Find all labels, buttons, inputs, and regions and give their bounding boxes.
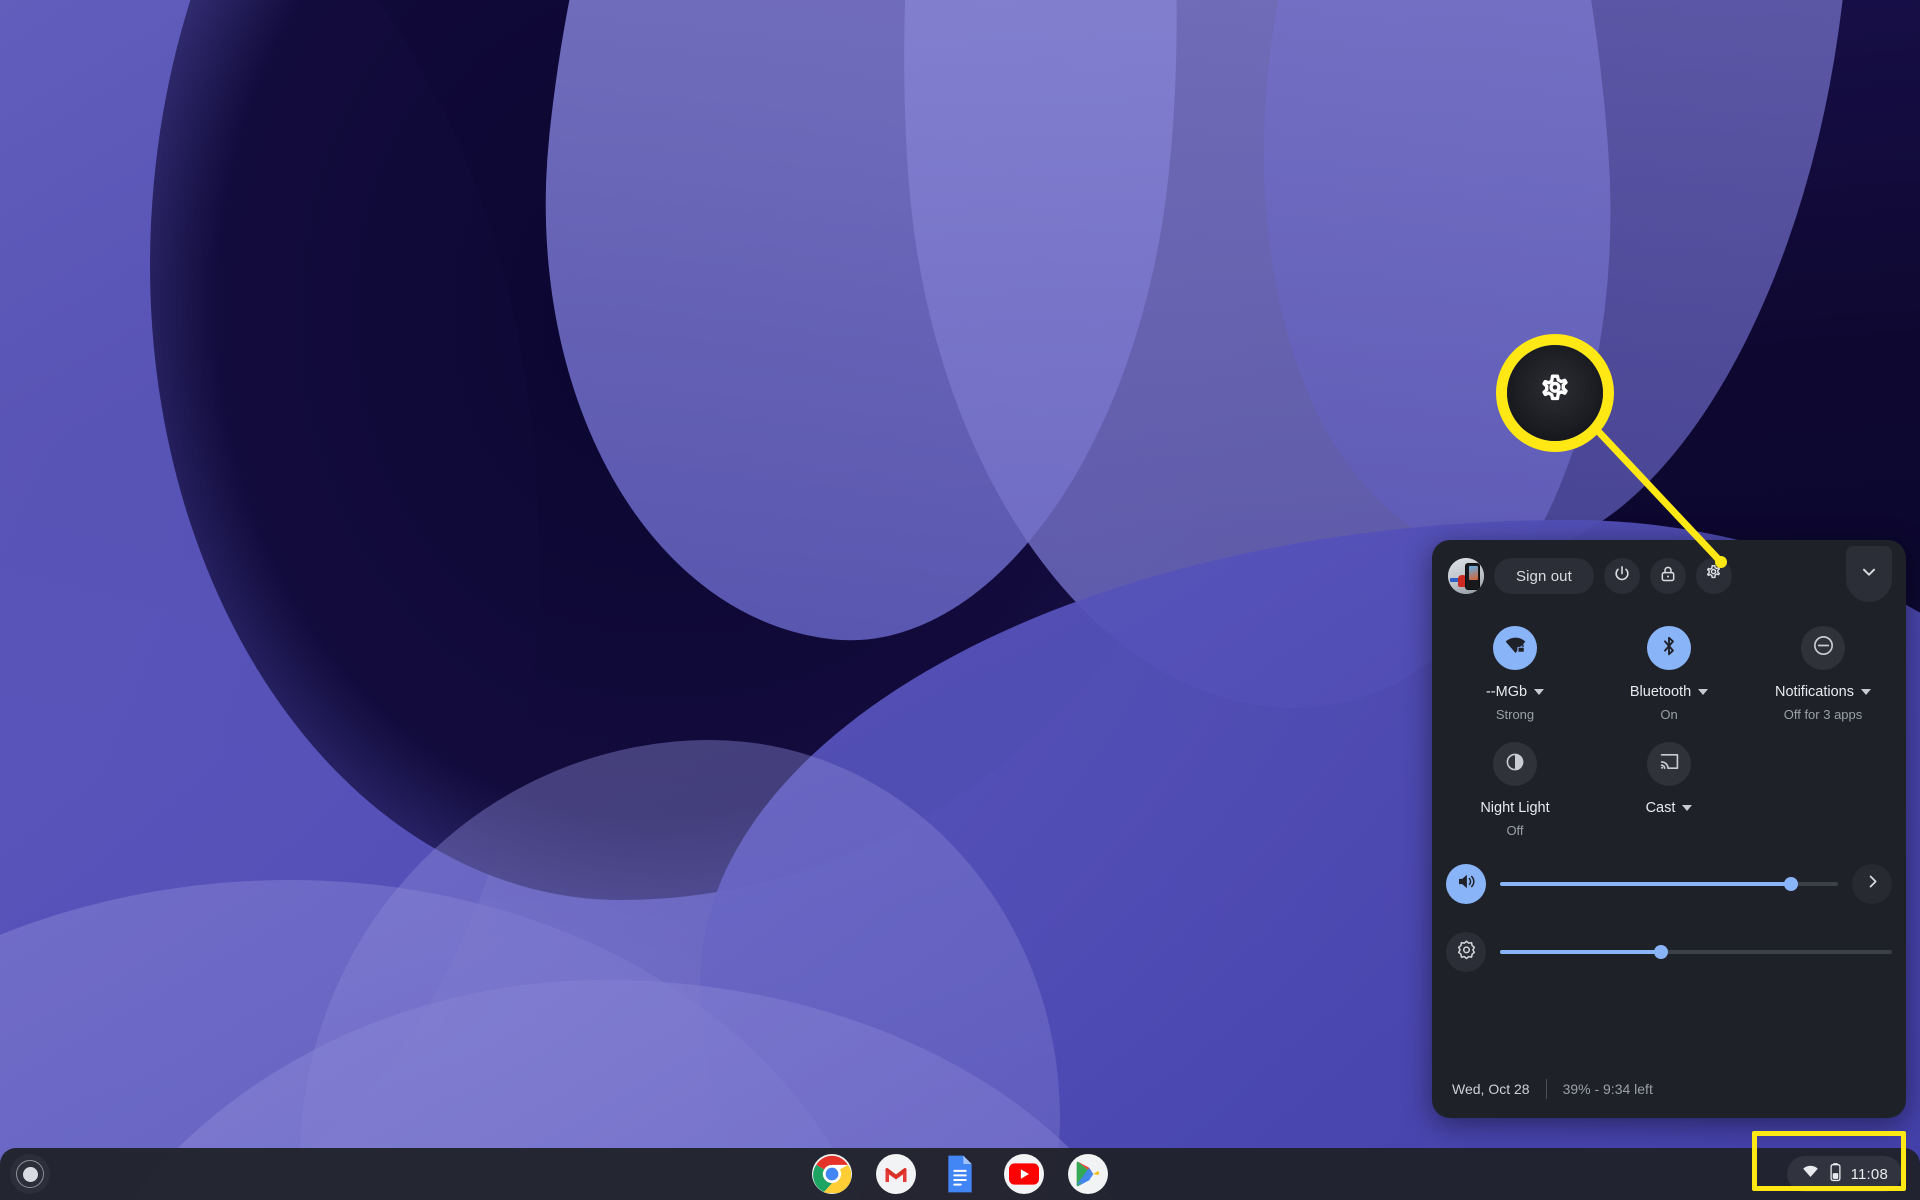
brightness-icon	[1455, 938, 1478, 966]
brightness-button[interactable]	[1446, 932, 1486, 972]
brightness-slider-row	[1432, 918, 1906, 986]
user-avatar[interactable]	[1448, 558, 1484, 594]
notifications-tile-label-row: Notifications	[1775, 682, 1871, 702]
chevron-down-icon[interactable]	[1698, 689, 1709, 695]
cast-tile-icon-circle	[1647, 742, 1691, 786]
status-tray-highlight-box	[1752, 1131, 1906, 1191]
volume-expand-button[interactable]	[1852, 864, 1892, 904]
night-light-tile-label: Night Light	[1480, 800, 1550, 816]
night-light-tile-label-row: Night Light	[1480, 798, 1549, 818]
cast-icon	[1657, 749, 1682, 779]
network-tile-label: --MGb	[1485, 684, 1528, 700]
tile-empty-slot	[1746, 734, 1900, 850]
tile-notifications[interactable]: Notifications Off for 3 apps	[1746, 618, 1900, 734]
lock-button[interactable]	[1649, 558, 1686, 594]
chevron-down-icon[interactable]	[1534, 689, 1545, 695]
brightness-slider-fill	[1500, 950, 1661, 954]
volume-slider[interactable]	[1500, 877, 1838, 891]
power-button[interactable]	[1603, 558, 1640, 594]
tray-date[interactable]: Wed, Oct 28	[1452, 1081, 1530, 1097]
volume-slider-row	[1432, 850, 1906, 918]
callout-highlight-circle	[1496, 334, 1614, 452]
chevron-down-icon[interactable]	[1860, 689, 1871, 695]
gear-icon	[1535, 371, 1575, 416]
chevron-right-icon	[1863, 872, 1882, 896]
notifications-tile-sublabel: Off for 3 apps	[1783, 707, 1863, 722]
shelf-app-chrome[interactable]	[812, 1154, 852, 1194]
footer-divider	[1545, 1079, 1547, 1099]
shelf: 11:08	[0, 1148, 1920, 1200]
tile-network[interactable]: --MGb Strong	[1438, 618, 1592, 734]
gear-icon	[1703, 563, 1724, 589]
volume-slider-fill	[1500, 882, 1791, 886]
shelf-app-play-store[interactable]	[1068, 1154, 1108, 1194]
shelf-app-gmail[interactable]	[876, 1154, 916, 1194]
launcher-button[interactable]	[10, 1154, 50, 1194]
volume-icon	[1455, 870, 1478, 898]
settings-button[interactable]	[1695, 558, 1732, 594]
night-light-icon	[1503, 750, 1527, 779]
bluetooth-tile-label-row: Bluetooth	[1629, 682, 1709, 702]
avatar-detail-screen	[1469, 566, 1478, 580]
network-tile-label-row: --MGb	[1485, 682, 1545, 702]
wifi-locked-icon	[1503, 633, 1528, 663]
brightness-slider-knob[interactable]	[1653, 945, 1668, 959]
chevron-down-icon[interactable]	[1682, 805, 1693, 811]
system-tray-panel: Sign out --MGb Strong Bluetooth On Notif…	[1432, 540, 1906, 1118]
tile-cast[interactable]: Cast	[1592, 734, 1746, 850]
notifications-tile-label: Notifications	[1775, 684, 1854, 700]
launcher-dot	[22, 1166, 38, 1182]
shelf-app-docs[interactable]	[940, 1154, 980, 1194]
callout-icon-disc	[1507, 345, 1603, 441]
launcher-icon	[16, 1160, 44, 1188]
do-not-disturb-icon	[1811, 633, 1836, 663]
power-icon	[1612, 564, 1632, 589]
tray-header: Sign out	[1432, 540, 1906, 612]
tray-footer: Wed, Oct 28 39% - 9:34 left	[1432, 1060, 1906, 1118]
bluetooth-tile-icon-circle	[1647, 626, 1691, 670]
tray-battery-status[interactable]: 39% - 9:34 left	[1563, 1081, 1653, 1097]
tile-row-2: Night Light Off Cast	[1438, 734, 1900, 850]
night-light-tile-sublabel: Off	[1506, 823, 1524, 838]
shelf-app-youtube[interactable]	[1004, 1154, 1044, 1194]
lock-icon	[1658, 564, 1678, 589]
chromeos-desktop: Sign out --MGb Strong Bluetooth On Notif…	[0, 0, 1920, 1200]
cast-tile-label: Cast	[1645, 800, 1676, 816]
volume-slider-knob[interactable]	[1783, 877, 1798, 891]
shelf-app-list	[812, 1154, 1108, 1194]
notifications-tile-icon-circle	[1801, 626, 1845, 670]
bluetooth-icon	[1657, 634, 1681, 663]
chevron-down-icon	[1858, 561, 1880, 588]
cast-tile-label-row: Cast	[1646, 798, 1693, 818]
tile-row-1: --MGb Strong Bluetooth On Notifications …	[1438, 618, 1900, 734]
brightness-slider[interactable]	[1500, 945, 1892, 959]
network-tile-icon-circle	[1493, 626, 1537, 670]
quick-settings-tiles: --MGb Strong Bluetooth On Notifications …	[1432, 612, 1906, 850]
network-tile-sublabel: Strong	[1495, 707, 1535, 722]
night-light-tile-icon-circle	[1493, 742, 1537, 786]
tile-night-light[interactable]: Night Light Off	[1438, 734, 1592, 850]
sign-out-button[interactable]: Sign out	[1494, 558, 1594, 594]
bluetooth-tile-label: Bluetooth	[1629, 684, 1692, 700]
collapse-button[interactable]	[1846, 546, 1892, 602]
volume-button[interactable]	[1446, 864, 1486, 904]
tile-bluetooth[interactable]: Bluetooth On	[1592, 618, 1746, 734]
bluetooth-tile-sublabel: On	[1660, 707, 1678, 722]
